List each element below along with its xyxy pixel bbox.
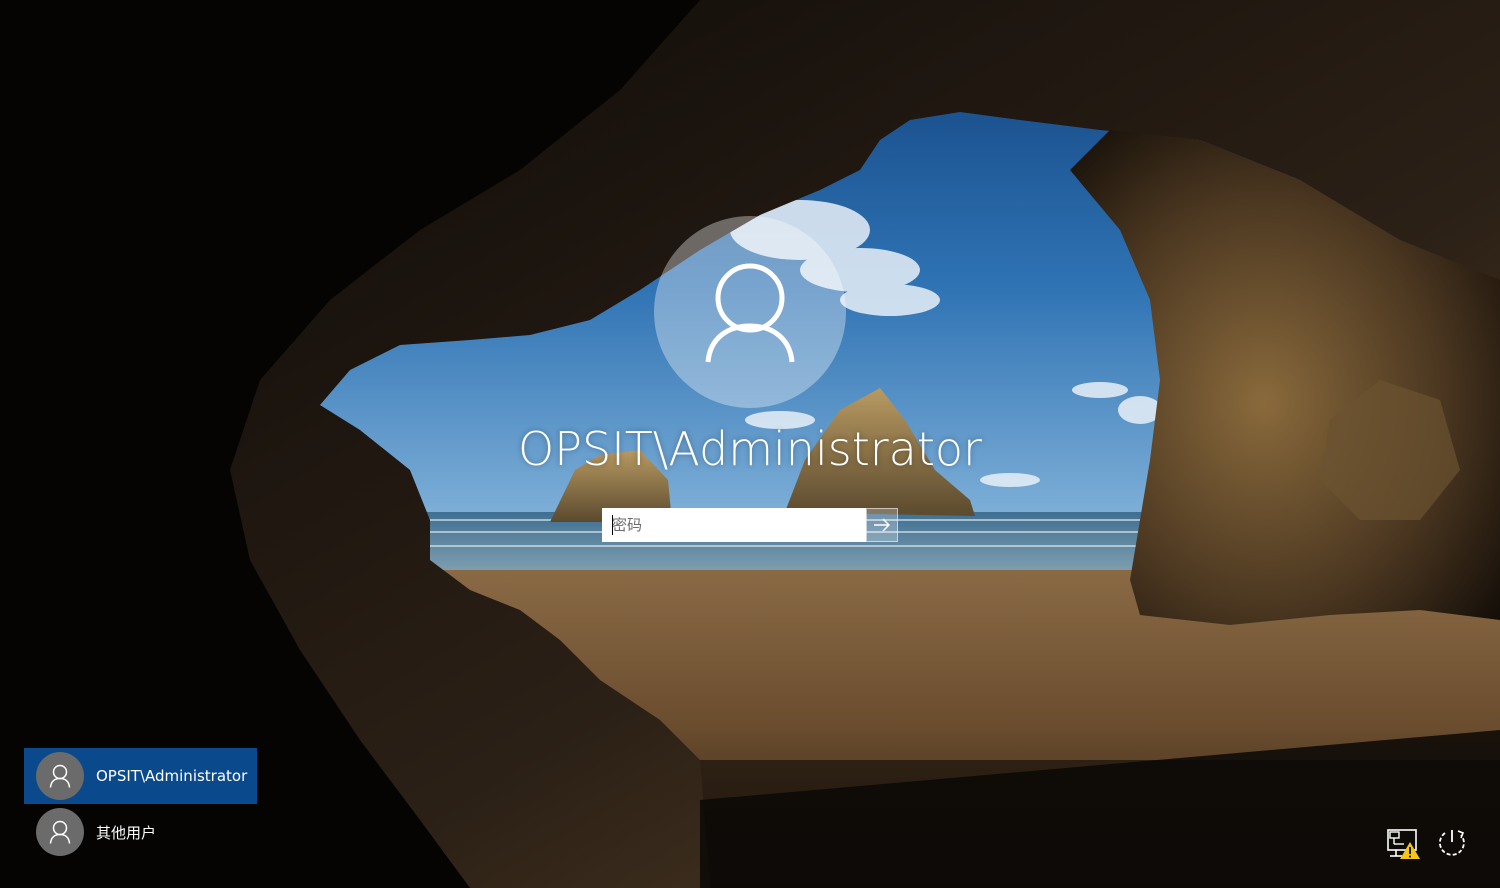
user-item-label: OPSIT\Administrator xyxy=(96,767,248,785)
lock-screen: OPSIT\Administrator OPSIT\Administrator xyxy=(0,0,1500,888)
network-button[interactable] xyxy=(1386,826,1422,860)
password-input[interactable] xyxy=(602,508,867,542)
user-icon xyxy=(49,820,71,844)
user-icon xyxy=(705,263,795,363)
arrow-right-icon xyxy=(874,518,891,532)
user-item-label: 其他用户 xyxy=(96,823,157,842)
username-title: OPSIT\Administrator xyxy=(518,422,982,476)
user-item-administrator[interactable]: OPSIT\Administrator xyxy=(24,748,257,804)
user-avatar-large xyxy=(654,216,846,408)
user-item-other-user[interactable]: 其他用户 xyxy=(24,804,257,860)
password-row xyxy=(602,508,898,542)
user-avatar-small xyxy=(36,752,84,800)
network-warning-icon xyxy=(1387,829,1420,859)
power-icon xyxy=(1439,830,1465,856)
text-caret xyxy=(612,515,613,535)
power-button[interactable] xyxy=(1436,826,1468,858)
user-avatar-small xyxy=(36,808,84,856)
submit-button[interactable] xyxy=(866,508,898,542)
user-icon xyxy=(49,764,71,788)
user-switcher: OPSIT\Administrator 其他用户 xyxy=(24,748,257,860)
